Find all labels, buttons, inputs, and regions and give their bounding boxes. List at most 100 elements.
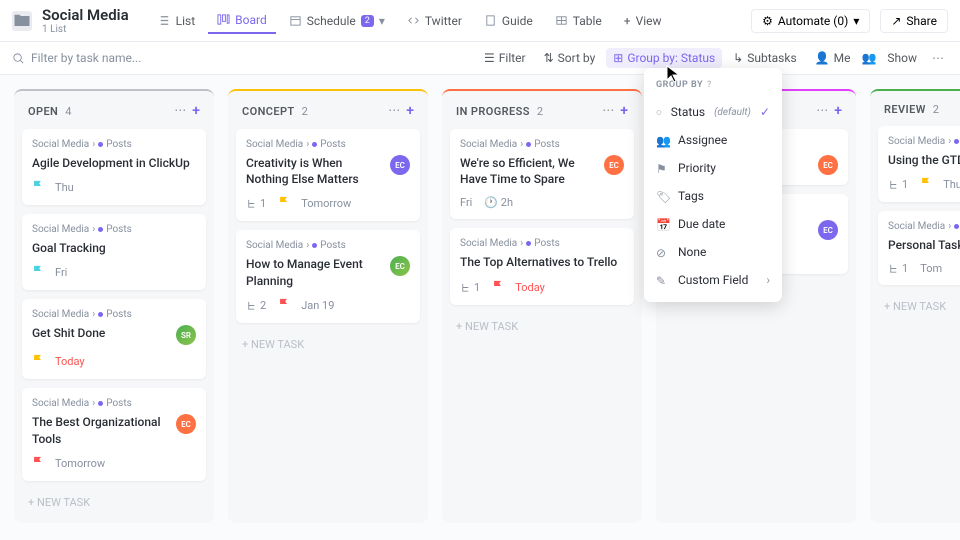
avatar[interactable]: EC xyxy=(390,256,410,276)
dropdown-item-assignee[interactable]: 👥Assignee xyxy=(644,126,782,154)
subtask-count: 1 xyxy=(888,262,908,275)
search-input[interactable]: Filter by task name... xyxy=(12,51,141,65)
filter-button[interactable]: ☰Filter xyxy=(477,48,533,68)
card-title: The Top Alternatives to Trello xyxy=(460,254,624,270)
people-icon: 👥 xyxy=(656,134,669,147)
more-icon[interactable]: ⋯ xyxy=(174,103,186,119)
more-icon[interactable]: ⋯ xyxy=(928,51,948,65)
card-title: How to Manage Event Planning xyxy=(246,256,382,288)
plus-icon: + xyxy=(624,14,631,28)
avatar[interactable]: EC xyxy=(390,155,410,175)
dropdown-item-duedate[interactable]: 📅Due date xyxy=(644,210,782,238)
card-title: Agile Development in ClickUp xyxy=(32,155,196,171)
breadcrumb: Social Media›Posts xyxy=(246,139,410,150)
new-task-button[interactable]: + NEW TASK xyxy=(22,490,206,515)
dropdown-item-tags[interactable]: 🏷Tags xyxy=(644,182,782,210)
priority-flag-icon xyxy=(920,177,931,192)
view-tabs: List Board Schedule2▾ Twitter Guide Tabl… xyxy=(149,8,671,34)
task-card[interactable]: Social Media›Posts Using the GTD M 1Thu xyxy=(878,126,960,202)
more-icon[interactable]: ⋯ xyxy=(602,103,614,119)
share-icon: ↗ xyxy=(891,14,901,28)
dropdown-item-status[interactable]: Status(default)✓ xyxy=(644,98,782,126)
time-estimate: 🕐 2h xyxy=(484,196,513,209)
task-card[interactable]: Social Media›Posts Creativity is When No… xyxy=(236,129,420,221)
toolbar: Filter by task name... ☰Filter ⇅Sort by … xyxy=(0,42,960,75)
subtasks-icon: ↳ xyxy=(733,51,743,65)
header-right: ⚙Automate (0)▾ ↗Share xyxy=(751,9,948,33)
card-title: Get Shit Done xyxy=(32,325,168,341)
avatar[interactable]: EC xyxy=(818,220,838,240)
task-card[interactable]: Social Media›Posts Personal Task M 1Tom xyxy=(878,211,960,285)
card-title: Goal Tracking xyxy=(32,240,196,256)
tab-board[interactable]: Board xyxy=(208,8,276,34)
help-icon[interactable]: ? xyxy=(707,80,712,90)
breadcrumb: Social Media›Posts xyxy=(32,398,196,409)
add-card-button[interactable]: + xyxy=(192,103,200,119)
automate-button[interactable]: ⚙Automate (0)▾ xyxy=(751,9,870,33)
workspace-title: Social Media xyxy=(42,6,129,24)
due-date: Today xyxy=(55,355,85,368)
edit-icon: ✎ xyxy=(656,274,669,287)
avatar[interactable]: EC xyxy=(604,155,624,175)
breadcrumb: Social Media›Posts xyxy=(888,221,960,232)
header: Social Media 1 List List Board Schedule2… xyxy=(0,0,960,42)
sortby-button[interactable]: ⇅Sort by xyxy=(537,48,603,68)
priority-flag-icon xyxy=(492,280,503,295)
dropdown-item-none[interactable]: ⊘None xyxy=(644,238,782,266)
filter-icon: ☰ xyxy=(484,51,495,65)
tag-icon: 🏷 xyxy=(656,190,669,203)
task-card[interactable]: Social Media›Posts How to Manage Event P… xyxy=(236,230,420,322)
subtasks-button[interactable]: ↳Subtasks xyxy=(726,48,803,68)
task-card[interactable]: Social Media›Posts Get Shit DoneSR Today xyxy=(22,299,206,379)
tab-table[interactable]: Table xyxy=(546,9,611,33)
folder-icon xyxy=(12,11,32,31)
dropdown-item-priority[interactable]: ⚑Priority xyxy=(644,154,782,182)
breadcrumb: Social Media›Posts xyxy=(888,136,960,147)
priority-flag-icon xyxy=(32,265,43,280)
add-card-button[interactable]: + xyxy=(406,103,414,119)
new-task-button[interactable]: + NEW TASK xyxy=(236,332,420,357)
column-concept: CONCEPT2⋯+ Social Media›Posts Creativity… xyxy=(228,89,428,523)
task-card[interactable]: Social Media›Posts Goal Tracking Fri xyxy=(22,214,206,290)
due-date: Today xyxy=(515,281,545,294)
avatar[interactable]: SR xyxy=(176,325,196,345)
more-icon[interactable]: ⋯ xyxy=(816,103,828,119)
priority-flag-icon xyxy=(32,456,43,471)
people-icon[interactable]: 👥 xyxy=(861,51,876,65)
table-icon xyxy=(555,14,568,27)
task-card[interactable]: Social Media›Posts Agile Development in … xyxy=(22,129,206,205)
groupby-button[interactable]: ⊞Group by: Status xyxy=(606,48,722,68)
share-button[interactable]: ↗Share xyxy=(880,9,948,33)
subtask-count: 1 xyxy=(246,197,266,210)
due-date: Fri xyxy=(55,266,67,279)
me-button[interactable]: 👤Me xyxy=(808,48,858,68)
groupby-dropdown: GROUP BY? Status(default)✓ 👥Assignee ⚑Pr… xyxy=(644,68,782,302)
new-task-button[interactable]: + NEW TASK xyxy=(450,314,634,339)
chevron-right-icon: › xyxy=(766,273,770,287)
avatar[interactable]: EC xyxy=(818,155,838,175)
new-task-button[interactable]: + NEW TASK xyxy=(878,294,960,319)
column-review: REVIEW2 Social Media›Posts Using the GTD… xyxy=(870,89,960,523)
dropdown-item-custom[interactable]: ✎Custom Field› xyxy=(644,266,782,294)
flag-icon: ⚑ xyxy=(656,162,669,175)
person-icon: 👤 xyxy=(815,51,830,65)
embed-icon xyxy=(407,14,420,27)
add-card-button[interactable]: + xyxy=(834,103,842,119)
column-progress: IN PROGRESS2⋯+ Social Media›Posts We're … xyxy=(442,89,642,523)
more-icon[interactable]: ⋯ xyxy=(388,103,400,119)
tab-twitter[interactable]: Twitter xyxy=(398,9,471,33)
tab-list[interactable]: List xyxy=(149,9,205,33)
add-card-button[interactable]: + xyxy=(620,103,628,119)
show-button[interactable]: Show xyxy=(880,48,924,68)
tab-schedule[interactable]: Schedule2▾ xyxy=(280,9,394,33)
avatar[interactable]: EC xyxy=(176,414,196,434)
priority-flag-icon xyxy=(32,354,43,369)
task-card[interactable]: Social Media›Posts We're so Efficient, W… xyxy=(450,129,634,219)
calendar-icon xyxy=(289,14,302,27)
add-view-button[interactable]: +View xyxy=(615,9,671,33)
due-date: Thu xyxy=(943,178,960,191)
tab-guide[interactable]: Guide xyxy=(475,9,542,33)
cursor-icon xyxy=(666,65,680,86)
task-card[interactable]: Social Media›Posts The Best Organization… xyxy=(22,388,206,480)
task-card[interactable]: Social Media›Posts The Top Alternatives … xyxy=(450,228,634,304)
